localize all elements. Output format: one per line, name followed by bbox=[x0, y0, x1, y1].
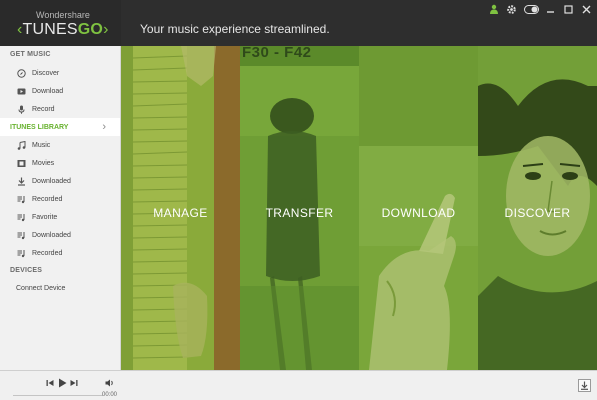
hero-label-manage: MANAGE bbox=[153, 206, 208, 220]
sidebar-item-itunes-library[interactable]: ITUNES LIBRARY › bbox=[0, 118, 120, 136]
sidebar-item-discover[interactable]: Discover bbox=[0, 64, 120, 82]
sidebar-item-music[interactable]: Music bbox=[0, 136, 120, 154]
sidebar-item-downloaded[interactable]: Downloaded bbox=[0, 172, 120, 190]
minimize-icon[interactable] bbox=[544, 3, 557, 16]
sidebar-item-download[interactable]: Download bbox=[0, 82, 120, 100]
sidebar: GET MUSIC Discover Download Record ITUNE… bbox=[0, 46, 121, 370]
maximize-icon[interactable] bbox=[562, 3, 575, 16]
chevron-right-icon: › bbox=[102, 121, 106, 133]
user-icon[interactable] bbox=[487, 3, 500, 16]
itunes-library-header: ITUNES LIBRARY bbox=[10, 123, 69, 131]
volume-icon[interactable] bbox=[104, 378, 114, 388]
playlist-icon bbox=[17, 231, 26, 240]
sidebar-item-label: Recorded bbox=[32, 195, 63, 203]
next-icon[interactable] bbox=[69, 378, 79, 388]
sidebar-item-record[interactable]: Record bbox=[0, 100, 120, 118]
music-note-icon bbox=[17, 140, 26, 150]
get-music-header: GET MUSIC bbox=[10, 51, 51, 58]
hero-label-transfer: TRANSFER bbox=[265, 206, 334, 220]
tagline: Your music experience streamlined. bbox=[140, 22, 330, 36]
hero-area: MANAGE F30 - F42 TRANSFER DOWNLOAD DISCO… bbox=[121, 46, 597, 370]
video-icon bbox=[17, 87, 26, 96]
mic-icon bbox=[17, 105, 26, 114]
previous-icon[interactable] bbox=[45, 378, 55, 388]
hero-panel-download[interactable]: DOWNLOAD bbox=[359, 46, 478, 370]
sidebar-item-favorite[interactable]: Favorite bbox=[0, 208, 120, 226]
playlist-icon bbox=[17, 195, 26, 204]
sidebar-item-recorded-playlist[interactable]: Recorded bbox=[0, 244, 120, 262]
hero-label-download: DOWNLOAD bbox=[381, 206, 456, 220]
logo: Wondershare ‹TUNESGO› bbox=[0, 0, 121, 46]
brand-main: ‹TUNESGO› bbox=[17, 21, 109, 38]
sidebar-item-recorded[interactable]: Recorded bbox=[0, 190, 120, 208]
gear-icon[interactable] bbox=[505, 3, 518, 16]
download-icon bbox=[17, 177, 26, 186]
playlist-icon bbox=[17, 249, 26, 258]
player-bar: 00:00 bbox=[0, 370, 597, 400]
brand-small: Wondershare bbox=[36, 10, 90, 20]
hero-label-discover: DISCOVER bbox=[504, 206, 571, 220]
sidebar-item-label: Downloaded bbox=[32, 177, 71, 185]
sidebar-item-label: Music bbox=[32, 141, 51, 149]
download-tray-icon bbox=[581, 381, 588, 390]
playlist-icon bbox=[17, 213, 26, 222]
sidebar-item-downloaded-playlist[interactable]: Downloaded bbox=[0, 226, 120, 244]
film-icon bbox=[17, 159, 26, 168]
transfer-sign-text: F30 - F42 bbox=[242, 46, 312, 61]
sidebar-item-label: Favorite bbox=[32, 213, 58, 221]
sidebar-item-label: Record bbox=[32, 105, 55, 113]
compass-icon bbox=[17, 68, 26, 78]
connect-device-link[interactable]: Connect Device bbox=[0, 280, 120, 298]
progress-bar[interactable] bbox=[13, 395, 103, 396]
title-bar: Wondershare ‹TUNESGO› Your music experie… bbox=[0, 0, 597, 46]
close-icon[interactable] bbox=[580, 3, 593, 16]
download-tray-button[interactable] bbox=[578, 379, 591, 392]
time-display: 00:00 bbox=[102, 392, 118, 398]
devices-header: DEVICES bbox=[10, 267, 43, 274]
sidebar-item-label: Discover bbox=[32, 69, 60, 77]
hero-panel-manage[interactable]: MANAGE bbox=[121, 46, 240, 370]
hero-panel-discover[interactable]: DISCOVER bbox=[478, 46, 597, 370]
sidebar-item-label: Download bbox=[32, 87, 64, 95]
sidebar-item-label: Recorded bbox=[32, 249, 63, 257]
toggle-icon[interactable] bbox=[523, 3, 539, 16]
sidebar-item-movies[interactable]: Movies bbox=[0, 154, 120, 172]
sidebar-item-label: Movies bbox=[32, 159, 55, 167]
hero-panel-transfer[interactable]: F30 - F42 TRANSFER bbox=[240, 46, 359, 370]
sidebar-item-label: Downloaded bbox=[32, 231, 71, 239]
play-icon[interactable] bbox=[57, 378, 67, 388]
